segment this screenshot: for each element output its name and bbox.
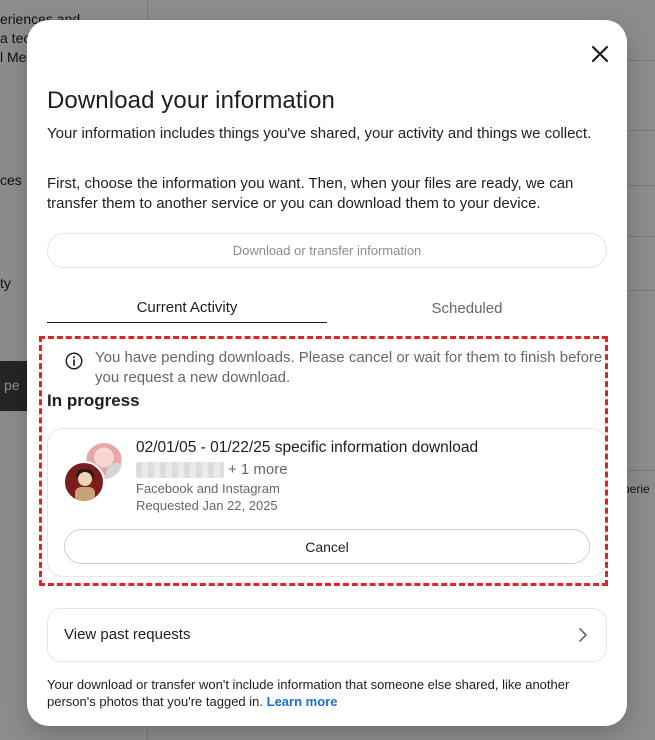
chevron-right-icon [579,628,587,642]
tab-current-activity[interactable]: Current Activity [47,293,327,323]
view-past-requests-label: View past requests [64,626,191,643]
intro-text: Your information includes things you've … [47,125,592,142]
view-past-requests-button[interactable]: View past requests [47,608,607,662]
info-icon [65,352,83,370]
pending-notice: You have pending downloads. Please cance… [63,348,603,387]
cancel-button[interactable]: Cancel [64,529,590,564]
more-accounts-count: + 1 more [228,461,288,478]
download-request-card: 02/01/05 - 01/22/25 specific information… [47,428,607,577]
pending-notice-text: You have pending downloads. Please cance… [95,349,603,386]
close-icon [591,45,609,63]
footer-disclaimer: Your download or transfer won't include … [47,676,607,710]
instructions-text: First, choose the information you want. … [47,175,574,212]
download-or-transfer-button[interactable]: Download or transfer information [47,233,607,268]
avatar [63,461,105,503]
section-heading-in-progress: In progress [47,391,140,410]
tab-scheduled[interactable]: Scheduled [327,293,607,323]
learn-more-link[interactable]: Learn more [267,694,338,709]
download-info-dialog: Download your information Your informati… [27,20,627,726]
request-platforms: Facebook and Instagram [136,481,280,496]
dialog-title: Download your information [47,87,335,114]
redacted-account-name [136,462,224,478]
request-date: Requested Jan 22, 2025 [136,498,278,513]
request-title: 02/01/05 - 01/22/25 specific information… [136,439,479,456]
close-button[interactable] [585,39,615,69]
